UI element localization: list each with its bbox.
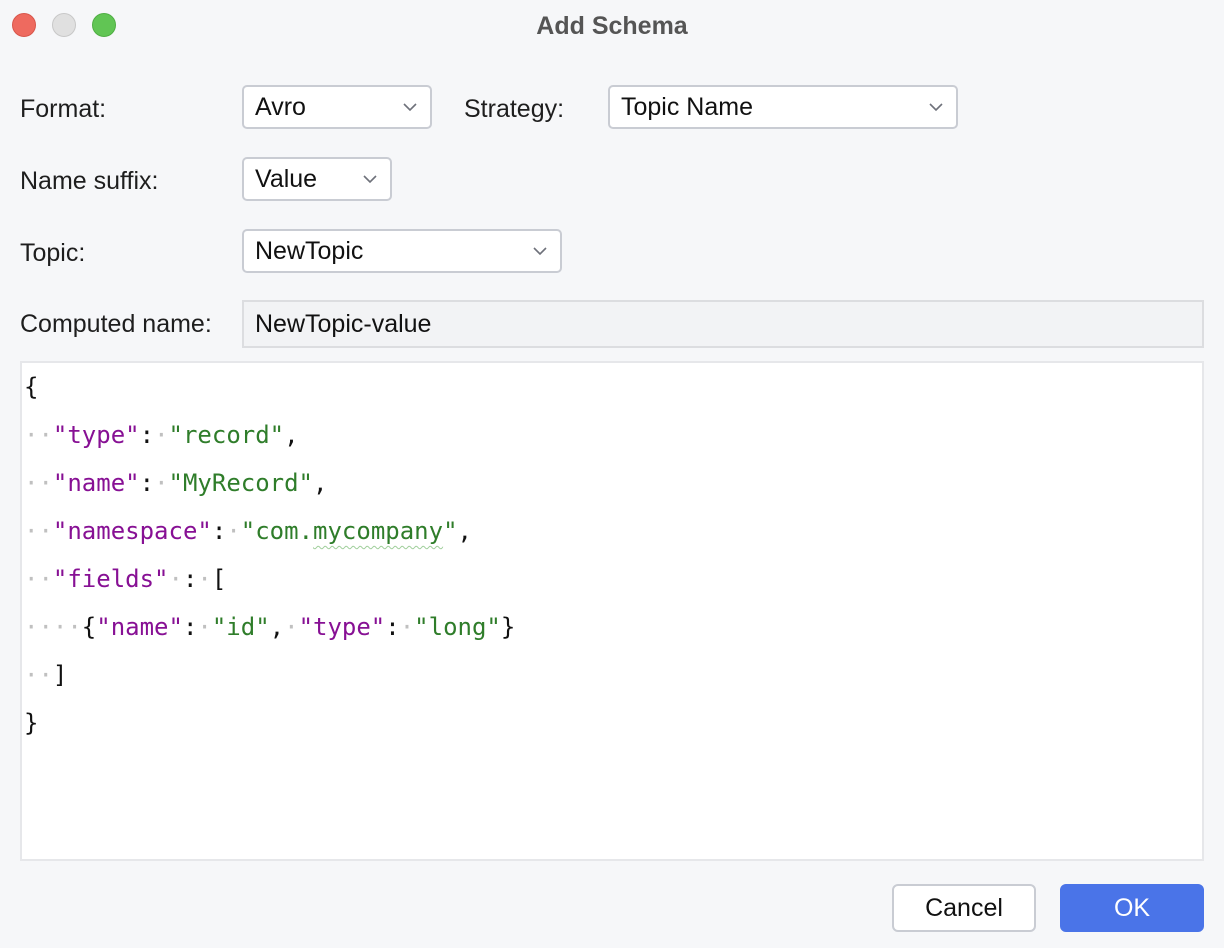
code-token: "MyRecord" [168, 469, 314, 497]
code-token: "long" [414, 613, 501, 641]
code-token: "fields" [52, 565, 169, 593]
title-bar: Add Schema [0, 0, 1224, 52]
code-token: · [154, 469, 169, 497]
code-line: ··"namespace":·"com.mycompany", [24, 513, 472, 549]
computed-name-field: NewTopic-value [242, 300, 1204, 348]
dialog-title: Add Schema [536, 12, 688, 40]
chevron-down-icon [533, 247, 547, 256]
code-token: , [284, 421, 299, 449]
format-label: Format: [20, 95, 107, 123]
code-token: "name" [52, 469, 140, 497]
strategy-label: Strategy: [464, 95, 565, 123]
name-suffix-label: Name suffix: [20, 167, 159, 195]
strategy-dropdown[interactable]: Topic Name [608, 85, 958, 129]
code-line: ··"fields"·:·[ [24, 561, 226, 597]
code-token: "type" [52, 421, 140, 449]
code-token: : [182, 613, 198, 641]
code-token: } [500, 613, 516, 641]
code-token: , [269, 613, 285, 641]
code-token: [ [211, 565, 227, 593]
code-token: · [168, 565, 183, 593]
chevron-down-icon [929, 103, 943, 112]
chevron-down-icon [363, 175, 377, 184]
code-line: { [24, 369, 38, 405]
whitespace-marker: ·· [24, 517, 53, 545]
code-token: ] [52, 661, 68, 689]
code-token: "name" [96, 613, 183, 641]
code-line: ··"name":·"MyRecord", [24, 465, 327, 501]
format-dropdown[interactable]: Avro [242, 85, 432, 129]
code-token: , [457, 517, 472, 545]
code-token: : [385, 613, 400, 641]
code-line: } [24, 705, 38, 741]
code-token: { [81, 613, 97, 641]
name-suffix-dropdown[interactable]: Value [242, 157, 392, 201]
code-token: { [24, 373, 39, 401]
name-suffix-value: Value [255, 165, 318, 193]
whitespace-marker: ···· [24, 613, 82, 641]
code-line: ····{"name":·"id",·"type":·"long"} [24, 609, 515, 645]
code-line: ··] [24, 657, 67, 693]
code-token: · [154, 421, 169, 449]
code-token: · [226, 517, 241, 545]
code-token: } [24, 709, 39, 737]
ok-button[interactable]: OK [1060, 884, 1204, 932]
topic-value: NewTopic [255, 237, 364, 265]
code-token: "record" [168, 421, 285, 449]
whitespace-marker: ·· [24, 661, 53, 689]
code-token: : [139, 421, 155, 449]
whitespace-marker: ·· [24, 469, 53, 497]
code-token: · [399, 613, 415, 641]
code-token: · [197, 565, 212, 593]
topic-dropdown[interactable]: NewTopic [242, 229, 562, 273]
code-token: : [182, 565, 198, 593]
code-token: " [443, 517, 458, 545]
strategy-value: Topic Name [621, 93, 753, 121]
whitespace-marker: ·· [24, 421, 53, 449]
code-token: : [139, 469, 155, 497]
code-token: mycompany [313, 517, 444, 545]
cancel-button[interactable]: Cancel [892, 884, 1036, 932]
code-line: ··"type":·"record", [24, 417, 299, 453]
code-token: "namespace" [52, 517, 212, 545]
format-value: Avro [255, 93, 306, 121]
code-token: · [197, 613, 212, 641]
code-token: : [211, 517, 227, 545]
code-token: , [313, 469, 328, 497]
code-token: · [284, 613, 299, 641]
topic-label: Topic: [20, 239, 86, 267]
code-token: "com. [240, 517, 314, 545]
whitespace-marker: ·· [24, 565, 53, 593]
code-token: "type" [298, 613, 386, 641]
chevron-down-icon [403, 103, 417, 112]
schema-editor[interactable]: {··"type":·"record", ··"name":·"MyRecord"… [20, 361, 1204, 861]
computed-name-label: Computed name: [20, 310, 212, 338]
code-token: "id" [211, 613, 270, 641]
